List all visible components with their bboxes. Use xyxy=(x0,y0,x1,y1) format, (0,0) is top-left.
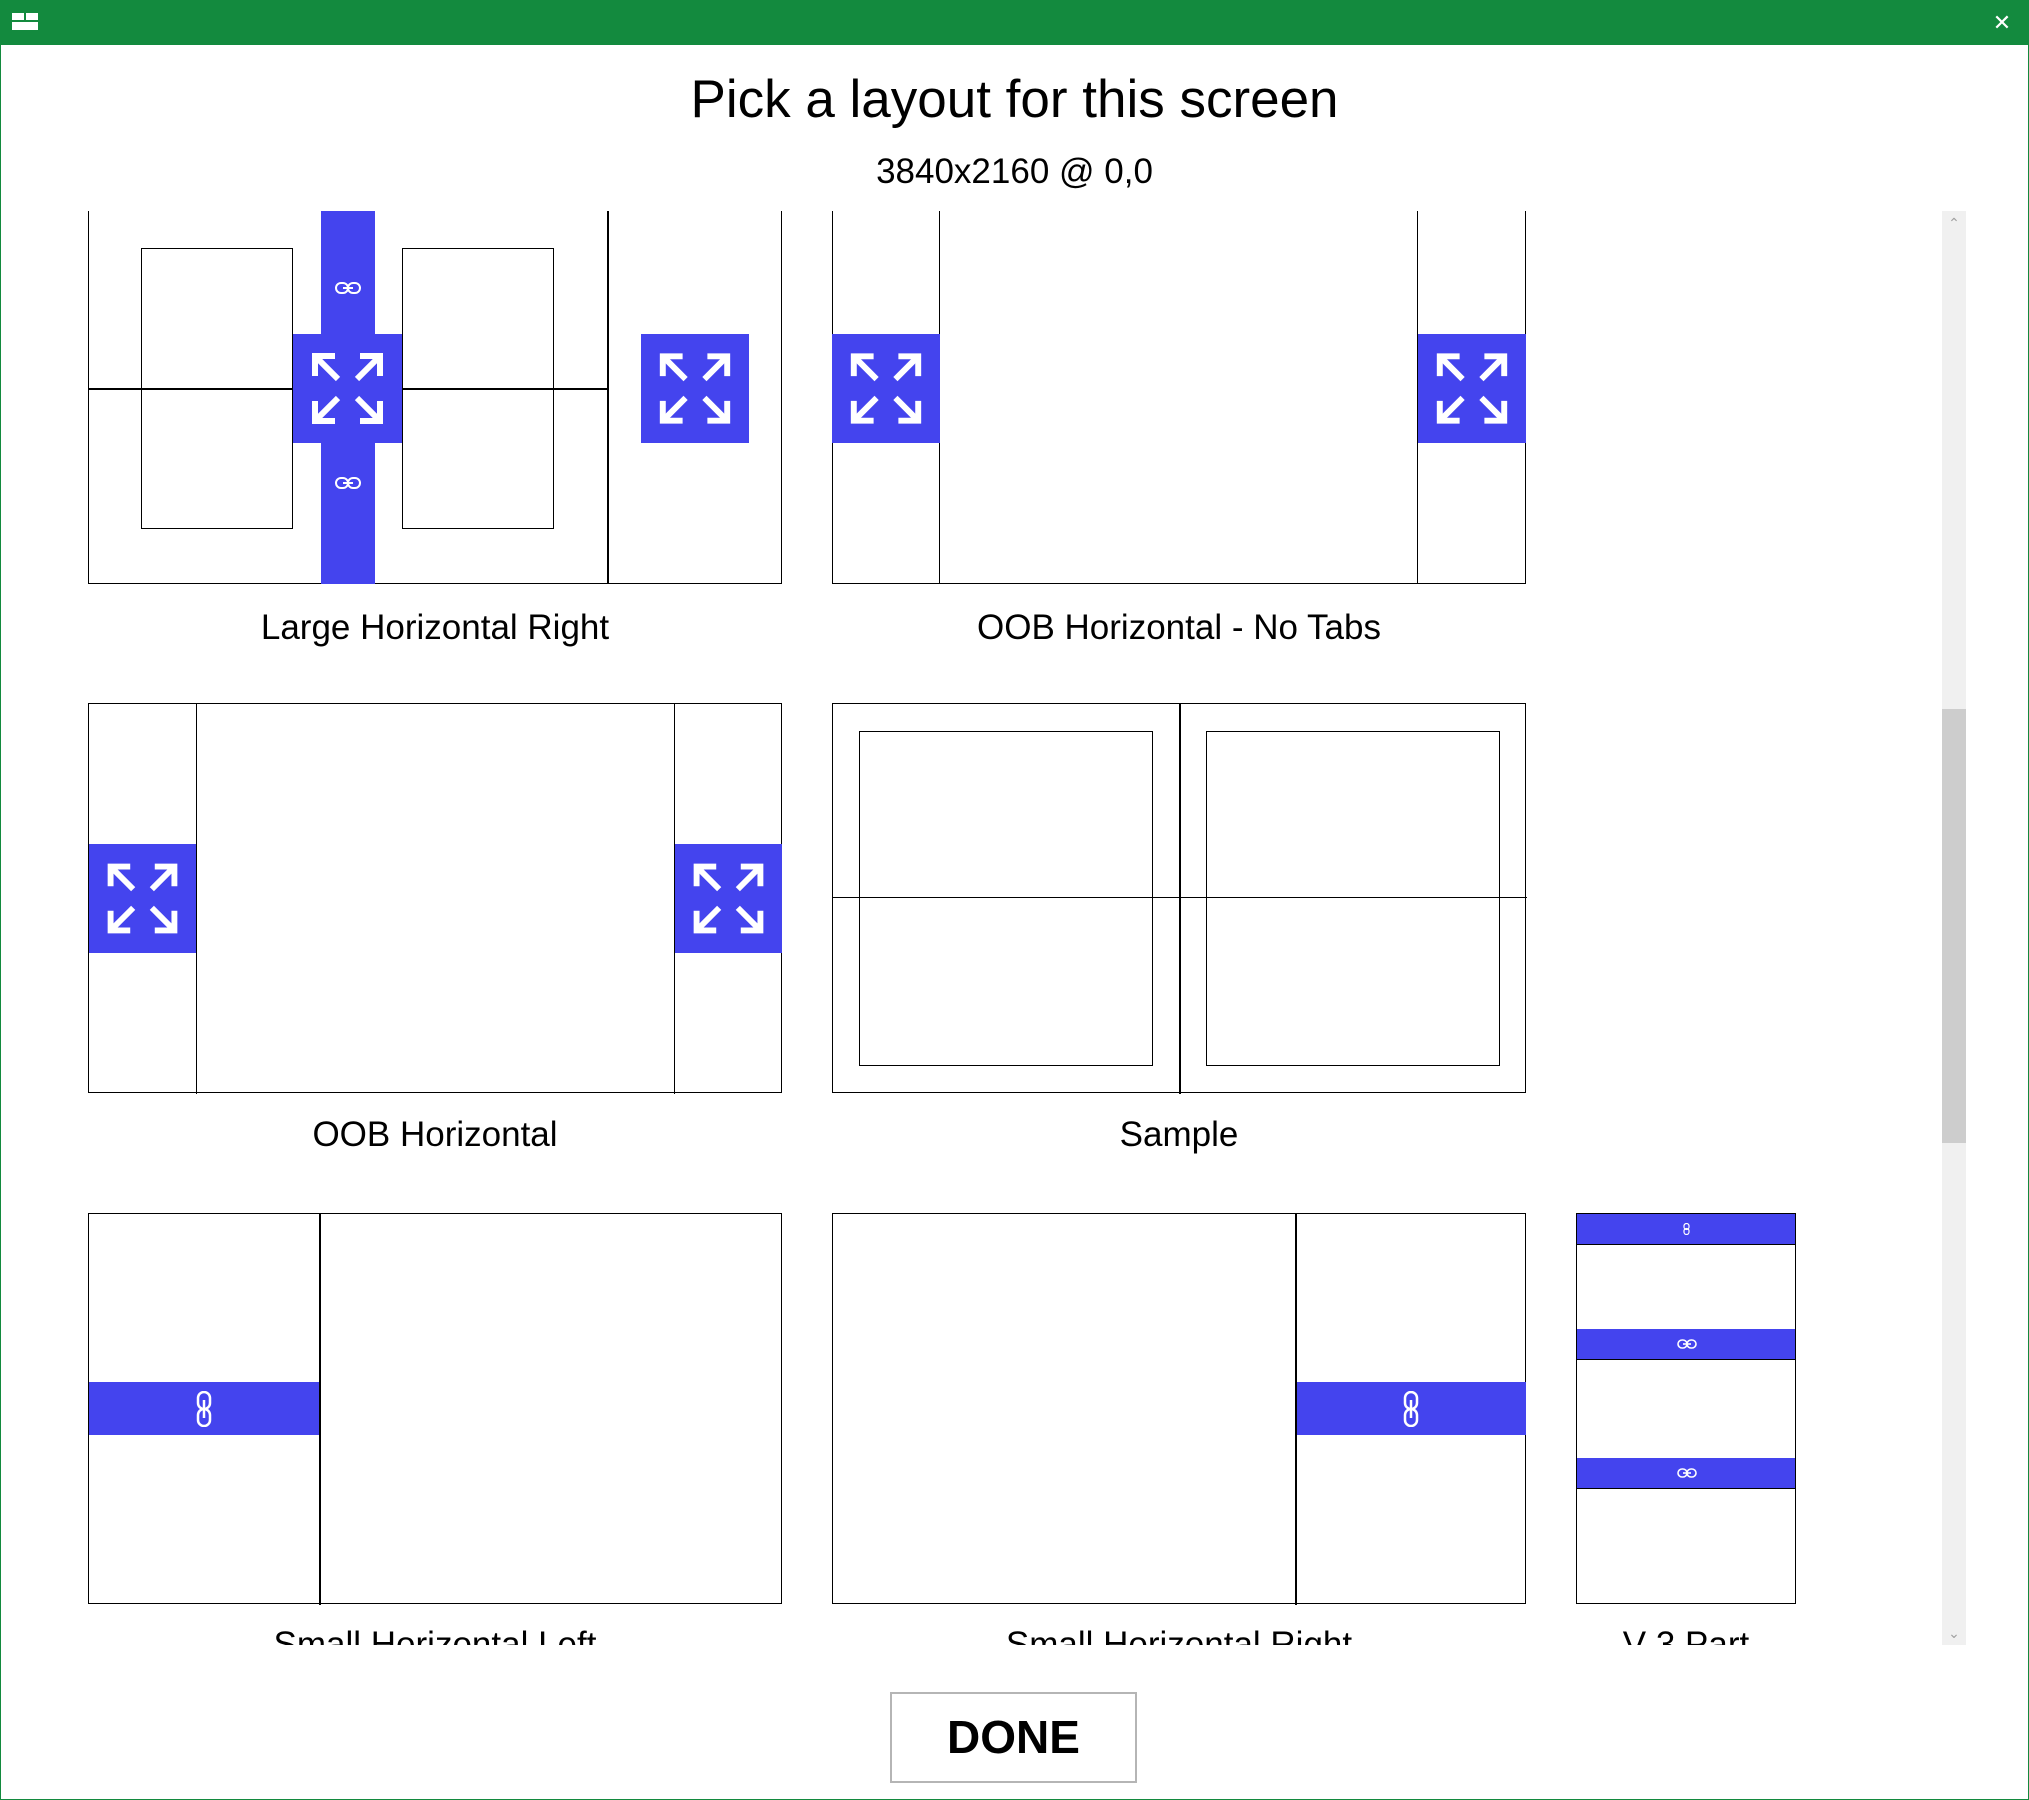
close-button[interactable]: ✕ xyxy=(1975,0,2029,45)
layout-card-sample[interactable]: Sample xyxy=(832,703,1527,1173)
layout-thumbnail xyxy=(88,703,782,1094)
done-button[interactable]: DONE xyxy=(890,1692,1137,1783)
layout-card-large-horizontal-right[interactable]: Large Horizontal Right xyxy=(88,211,782,661)
layout-card-v-3-part[interactable]: V 3 Part xyxy=(1576,1213,1796,1645)
layout-name: Sample xyxy=(1119,1115,1239,1154)
link-icon xyxy=(1677,1339,1697,1349)
layout-thumbnail xyxy=(832,211,1526,584)
scroll-thumb[interactable] xyxy=(1942,709,1966,1143)
layout-card-small-horizontal-right[interactable]: Small Horizontal Right xyxy=(832,1213,1526,1645)
title-bar: ✕ xyxy=(0,0,2029,45)
expand-arrows-icon xyxy=(832,334,940,443)
scroll-up-arrow-icon[interactable]: ⌃ xyxy=(1942,211,1966,235)
layout-card-oob-horizontal-no-tabs[interactable]: OOB Horizontal - No Tabs xyxy=(832,211,1526,661)
expand-arrows-icon xyxy=(1418,334,1526,443)
link-icon xyxy=(335,281,361,295)
link-icon xyxy=(1683,1223,1690,1235)
layout-thumbnail xyxy=(832,703,1527,1094)
layout-card-small-horizontal-left[interactable]: Small Horizontal Left xyxy=(88,1213,782,1645)
expand-arrows-icon xyxy=(89,844,196,953)
layout-thumbnail xyxy=(88,211,782,584)
expand-arrows-icon xyxy=(675,844,782,953)
app-layout-icon xyxy=(12,13,38,30)
layout-name: OOB Horizontal xyxy=(312,1115,558,1154)
screen-resolution-label: 3840x2160 @ 0,0 xyxy=(876,152,1153,191)
link-icon xyxy=(196,1391,212,1427)
vertical-scrollbar[interactable]: ⌃ ⌄ xyxy=(1942,211,1966,1645)
expand-arrows-icon xyxy=(293,334,402,443)
page-title: Pick a layout for this screen xyxy=(690,70,1339,129)
layout-name: V 3 Part xyxy=(1622,1625,1750,1645)
layout-thumbnail xyxy=(1576,1213,1796,1604)
link-icon xyxy=(1677,1468,1697,1478)
layout-name: Small Horizontal Left xyxy=(273,1625,597,1645)
expand-arrows-icon xyxy=(641,334,749,443)
layout-card-oob-horizontal[interactable]: OOB Horizontal xyxy=(88,703,782,1173)
link-icon xyxy=(335,476,361,490)
layout-name: Small Horizontal Right xyxy=(1005,1625,1353,1645)
layout-list[interactable]: Large Horizontal Right OOB Horizontal - … xyxy=(0,211,1966,1645)
layout-name: OOB Horizontal - No Tabs xyxy=(977,608,1381,647)
layout-thumbnail xyxy=(88,1213,782,1605)
layout-thumbnail xyxy=(832,1213,1526,1605)
layout-name: Large Horizontal Right xyxy=(260,608,610,647)
link-icon xyxy=(1403,1391,1419,1427)
scroll-down-arrow-icon[interactable]: ⌄ xyxy=(1942,1621,1966,1645)
